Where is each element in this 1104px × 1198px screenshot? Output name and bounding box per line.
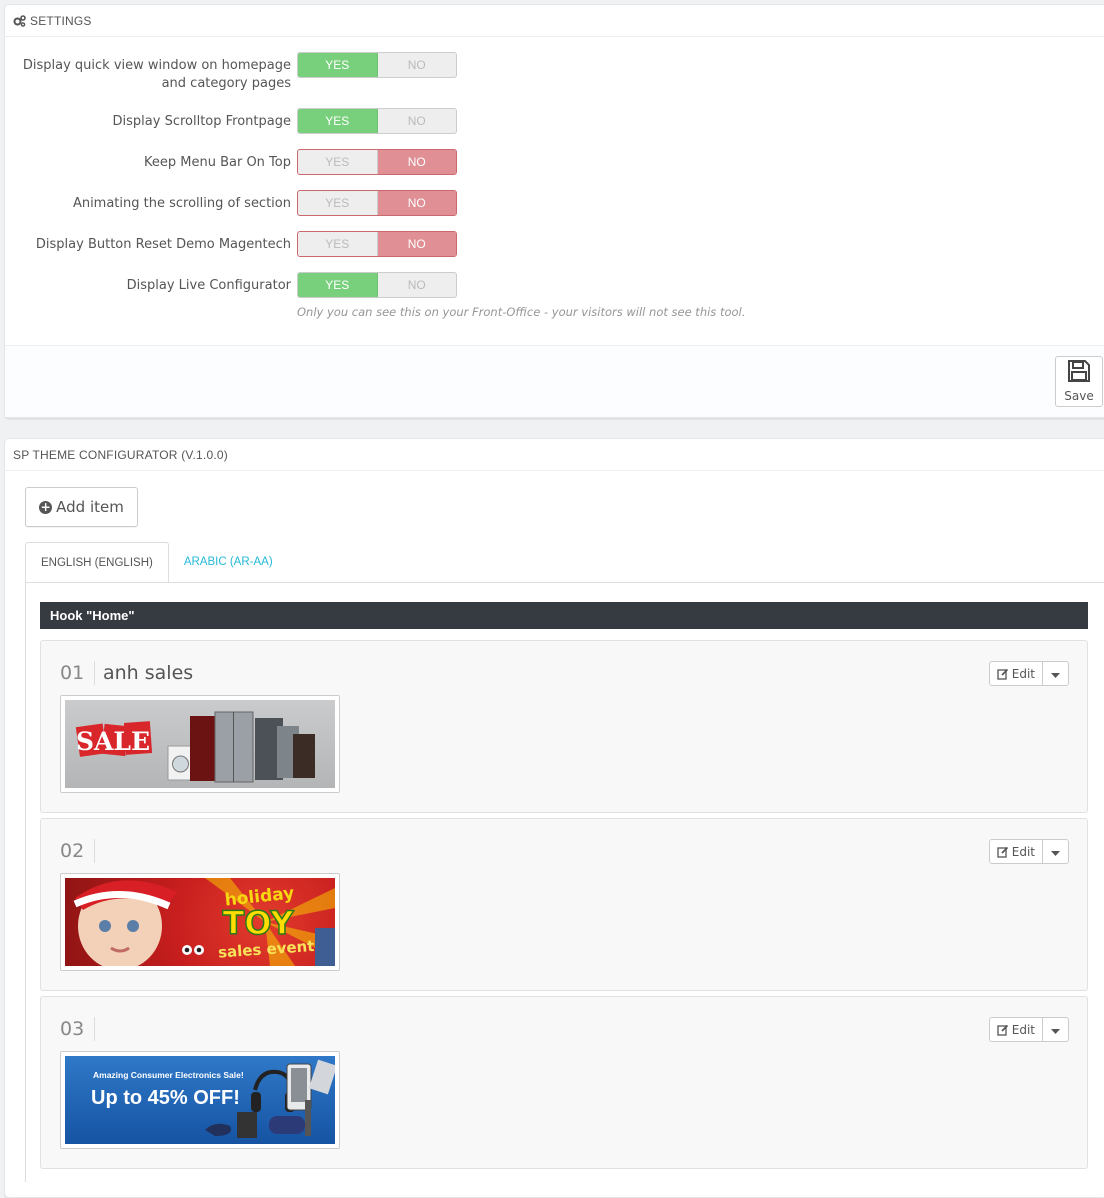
save-button[interactable]: Save: [1055, 356, 1103, 407]
toggle-no[interactable]: NO: [378, 53, 457, 77]
caret-down-icon: [1051, 664, 1060, 683]
edit-button-group: Edit: [988, 661, 1069, 686]
list-item: 01 anh sales Edit SALE: [40, 640, 1088, 813]
toggle-no[interactable]: NO: [378, 109, 457, 133]
banner-sale-text: SALE: [76, 727, 150, 756]
electronics-banner-image: Amazing Consumer Electronics Sale! Up to…: [65, 1056, 335, 1144]
cogs-icon: [13, 14, 26, 27]
list-item: 03 Edit Amazing Consumer Electronics Sal…: [40, 996, 1088, 1169]
configurator-title: SP THEME CONFIGURATOR (V.1.0.0): [13, 447, 228, 462]
toggle-yes[interactable]: YES: [298, 191, 378, 215]
tab-arabic[interactable]: ARABIC (AR-AA): [169, 542, 288, 582]
edit-label: Edit: [1011, 844, 1035, 859]
settings-footer: Save: [5, 345, 1104, 417]
toggle-reset-demo[interactable]: YES NO: [297, 231, 457, 257]
setting-label: Display Live Configurator: [126, 278, 291, 293]
tab-english[interactable]: ENGLISH (ENGLISH): [25, 542, 169, 583]
settings-panel: SETTINGS Display quick view window on ho…: [4, 4, 1104, 418]
setting-label: Animating the scrolling of section: [72, 196, 291, 211]
toggle-no[interactable]: NO: [378, 273, 457, 297]
language-tabs: ENGLISH (ENGLISH) ARABIC (AR-AA): [25, 542, 288, 583]
add-item-button[interactable]: + Add item: [25, 487, 138, 527]
toggle-scrolltop[interactable]: YES NO: [297, 108, 457, 134]
setting-label: Display quick view window on homepage an…: [22, 58, 291, 91]
add-item-label: Add item: [56, 498, 124, 516]
toggle-live-configurator[interactable]: YES NO: [297, 272, 457, 298]
toggle-yes[interactable]: YES: [298, 150, 378, 174]
toggle-animate-scroll[interactable]: YES NO: [297, 190, 457, 216]
banner-thumbnail: holiday TOY sales event!: [60, 873, 340, 971]
edit-button[interactable]: Edit: [990, 1018, 1043, 1041]
plus-circle-icon: +: [39, 499, 53, 514]
help-text: Only you can see this on your Front-Offi…: [297, 305, 746, 319]
floppy-disk-icon: [1067, 359, 1091, 386]
dropdown-toggle[interactable]: [1043, 840, 1068, 863]
item-number: 02: [60, 839, 96, 863]
toggle-no[interactable]: NO: [377, 191, 456, 215]
list-item: 02 Edit holiday TOY sales event!: [40, 818, 1088, 991]
item-title: anh sales: [103, 662, 194, 684]
toggle-yes[interactable]: YES: [298, 109, 378, 133]
pencil-square-icon: [997, 668, 1009, 680]
caret-down-icon: [1051, 1020, 1060, 1039]
setting-label: Display Button Reset Demo Magentech: [35, 237, 291, 252]
toggle-yes[interactable]: YES: [298, 273, 378, 297]
toggle-yes[interactable]: YES: [298, 232, 378, 256]
edit-label: Edit: [1011, 666, 1035, 681]
dropdown-toggle[interactable]: [1043, 662, 1068, 685]
banner-amazing-text: Amazing Consumer Electronics Sale!: [93, 1070, 244, 1080]
pencil-square-icon: [997, 846, 1009, 858]
edit-button[interactable]: Edit: [990, 840, 1043, 863]
toggle-no[interactable]: NO: [377, 232, 456, 256]
toggle-yes[interactable]: YES: [298, 53, 378, 77]
toy-banner-image: holiday TOY sales event!: [65, 878, 335, 966]
edit-button[interactable]: Edit: [990, 662, 1043, 685]
sale-banner-image: SALE: [65, 700, 335, 788]
banner-thumbnail: Amazing Consumer Electronics Sale! Up to…: [60, 1051, 340, 1149]
configurator-heading: SP THEME CONFIGURATOR (V.1.0.0): [5, 439, 1104, 471]
settings-title: SETTINGS: [30, 13, 92, 28]
banner-thumbnail: SALE: [60, 695, 340, 793]
toggle-menu-bar[interactable]: YES NO: [297, 149, 457, 175]
tab-content: Hook "Home" 01 anh sales Edit SALE 02 Ed…: [25, 582, 1104, 1182]
hook-title-bar: Hook "Home": [40, 602, 1088, 629]
setting-label: Display Scrolltop Frontpage: [112, 114, 291, 129]
configurator-panel: SP THEME CONFIGURATOR (V.1.0.0) + Add it…: [4, 438, 1104, 1198]
edit-button-group: Edit: [988, 1017, 1069, 1042]
pencil-square-icon: [997, 1024, 1009, 1036]
toggle-no[interactable]: NO: [377, 150, 456, 174]
settings-heading: SETTINGS: [5, 5, 1104, 37]
setting-label: Keep Menu Bar On Top: [144, 155, 291, 170]
caret-down-icon: [1051, 842, 1060, 861]
item-number: 01: [60, 661, 96, 685]
banner-toy-text: TOY: [222, 904, 294, 942]
toggle-quick-view[interactable]: YES NO: [297, 52, 457, 78]
banner-offer-text: Up to 45% OFF!: [91, 1087, 240, 1109]
save-label: Save: [1064, 389, 1094, 403]
item-number: 03: [60, 1017, 96, 1041]
edit-button-group: Edit: [988, 839, 1069, 864]
edit-label: Edit: [1011, 1022, 1035, 1037]
dropdown-toggle[interactable]: [1043, 1018, 1068, 1041]
